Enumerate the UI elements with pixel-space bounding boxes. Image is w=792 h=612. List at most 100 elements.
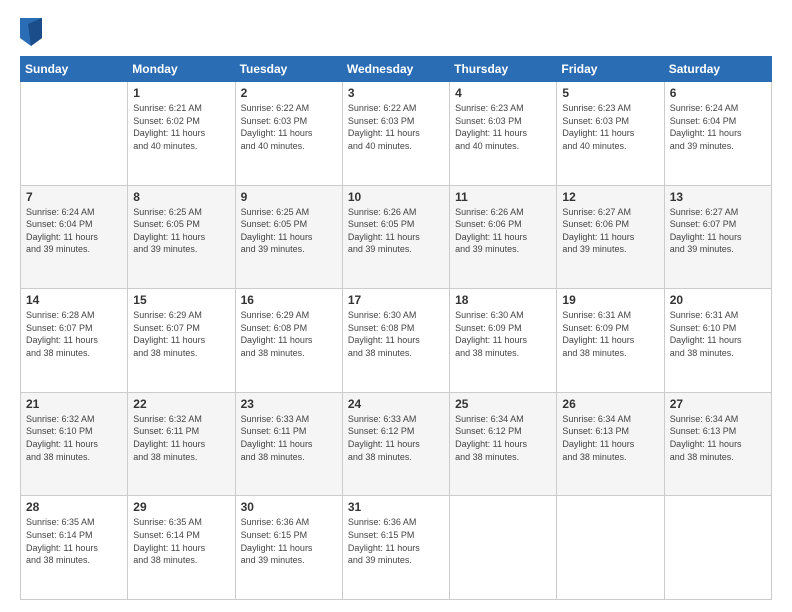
day-info: Sunrise: 6:23 AM Sunset: 6:03 PM Dayligh… [455, 102, 551, 152]
calendar-week-1: 7 Sunrise: 6:24 AM Sunset: 6:04 PM Daylig… [21, 185, 772, 289]
day-number: 5 [562, 86, 658, 100]
day-number: 13 [670, 190, 766, 204]
day-info: Sunrise: 6:33 AM Sunset: 6:11 PM Dayligh… [241, 413, 337, 463]
day-info: Sunrise: 6:27 AM Sunset: 6:06 PM Dayligh… [562, 206, 658, 256]
calendar-header-thursday: Thursday [450, 57, 557, 82]
day-number: 15 [133, 293, 229, 307]
day-number: 30 [241, 500, 337, 514]
calendar-header-sunday: Sunday [21, 57, 128, 82]
calendar-header-monday: Monday [128, 57, 235, 82]
calendar-cell [664, 496, 771, 600]
calendar-cell: 5 Sunrise: 6:23 AM Sunset: 6:03 PM Daylig… [557, 82, 664, 186]
header [20, 18, 772, 46]
day-number: 16 [241, 293, 337, 307]
day-info: Sunrise: 6:26 AM Sunset: 6:05 PM Dayligh… [348, 206, 444, 256]
day-number: 24 [348, 397, 444, 411]
day-info: Sunrise: 6:30 AM Sunset: 6:09 PM Dayligh… [455, 309, 551, 359]
day-number: 7 [26, 190, 122, 204]
day-info: Sunrise: 6:32 AM Sunset: 6:11 PM Dayligh… [133, 413, 229, 463]
day-info: Sunrise: 6:26 AM Sunset: 6:06 PM Dayligh… [455, 206, 551, 256]
calendar-cell: 25 Sunrise: 6:34 AM Sunset: 6:12 PM Dayli… [450, 392, 557, 496]
calendar-cell: 27 Sunrise: 6:34 AM Sunset: 6:13 PM Dayli… [664, 392, 771, 496]
day-number: 3 [348, 86, 444, 100]
day-info: Sunrise: 6:22 AM Sunset: 6:03 PM Dayligh… [348, 102, 444, 152]
day-info: Sunrise: 6:25 AM Sunset: 6:05 PM Dayligh… [133, 206, 229, 256]
day-info: Sunrise: 6:28 AM Sunset: 6:07 PM Dayligh… [26, 309, 122, 359]
calendar-cell: 31Sunrise: 6:36 AM Sunset: 6:15 PM Dayli… [342, 496, 449, 600]
day-info: Sunrise: 6:32 AM Sunset: 6:10 PM Dayligh… [26, 413, 122, 463]
day-info: Sunrise: 6:24 AM Sunset: 6:04 PM Dayligh… [26, 206, 122, 256]
calendar-cell: 7 Sunrise: 6:24 AM Sunset: 6:04 PM Daylig… [21, 185, 128, 289]
calendar-cell [557, 496, 664, 600]
day-info: Sunrise: 6:35 AM Sunset: 6:14 PM Dayligh… [133, 516, 229, 566]
calendar-cell: 1 Sunrise: 6:21 AM Sunset: 6:02 PM Daylig… [128, 82, 235, 186]
day-number: 8 [133, 190, 229, 204]
calendar-week-0: 1 Sunrise: 6:21 AM Sunset: 6:02 PM Daylig… [21, 82, 772, 186]
day-number: 11 [455, 190, 551, 204]
day-info: Sunrise: 6:36 AM Sunset: 6:15 PM Dayligh… [241, 516, 337, 566]
calendar-cell: 20Sunrise: 6:31 AM Sunset: 6:10 PM Dayli… [664, 289, 771, 393]
calendar-week-2: 14 Sunrise: 6:28 AM Sunset: 6:07 PM Dayli… [21, 289, 772, 393]
day-number: 9 [241, 190, 337, 204]
day-info: Sunrise: 6:34 AM Sunset: 6:13 PM Dayligh… [670, 413, 766, 463]
calendar-cell: 28Sunrise: 6:35 AM Sunset: 6:14 PM Dayli… [21, 496, 128, 600]
day-number: 23 [241, 397, 337, 411]
day-number: 21 [26, 397, 122, 411]
day-number: 17 [348, 293, 444, 307]
calendar-cell: 22 Sunrise: 6:32 AM Sunset: 6:11 PM Dayli… [128, 392, 235, 496]
page: SundayMondayTuesdayWednesdayThursdayFrid… [0, 0, 792, 612]
calendar-cell: 3 Sunrise: 6:22 AM Sunset: 6:03 PM Daylig… [342, 82, 449, 186]
day-info: Sunrise: 6:23 AM Sunset: 6:03 PM Dayligh… [562, 102, 658, 152]
day-number: 1 [133, 86, 229, 100]
calendar-header-wednesday: Wednesday [342, 57, 449, 82]
day-number: 19 [562, 293, 658, 307]
calendar-cell: 24Sunrise: 6:33 AM Sunset: 6:12 PM Dayli… [342, 392, 449, 496]
calendar-cell: 9 Sunrise: 6:25 AM Sunset: 6:05 PM Daylig… [235, 185, 342, 289]
logo [20, 18, 46, 46]
calendar-cell: 29Sunrise: 6:35 AM Sunset: 6:14 PM Dayli… [128, 496, 235, 600]
calendar-cell: 13 Sunrise: 6:27 AM Sunset: 6:07 PM Dayli… [664, 185, 771, 289]
calendar-cell [21, 82, 128, 186]
calendar-cell: 8 Sunrise: 6:25 AM Sunset: 6:05 PM Daylig… [128, 185, 235, 289]
day-info: Sunrise: 6:27 AM Sunset: 6:07 PM Dayligh… [670, 206, 766, 256]
day-info: Sunrise: 6:34 AM Sunset: 6:12 PM Dayligh… [455, 413, 551, 463]
calendar-cell: 21 Sunrise: 6:32 AM Sunset: 6:10 PM Dayli… [21, 392, 128, 496]
day-number: 6 [670, 86, 766, 100]
day-info: Sunrise: 6:21 AM Sunset: 6:02 PM Dayligh… [133, 102, 229, 152]
day-number: 20 [670, 293, 766, 307]
day-info: Sunrise: 6:35 AM Sunset: 6:14 PM Dayligh… [26, 516, 122, 566]
calendar-cell: 26 Sunrise: 6:34 AM Sunset: 6:13 PM Dayli… [557, 392, 664, 496]
calendar-header-row: SundayMondayTuesdayWednesdayThursdayFrid… [21, 57, 772, 82]
calendar-cell: 11 Sunrise: 6:26 AM Sunset: 6:06 PM Dayli… [450, 185, 557, 289]
calendar-cell [450, 496, 557, 600]
day-info: Sunrise: 6:34 AM Sunset: 6:13 PM Dayligh… [562, 413, 658, 463]
calendar-cell: 30 Sunrise: 6:36 AM Sunset: 6:15 PM Dayli… [235, 496, 342, 600]
day-number: 27 [670, 397, 766, 411]
calendar-cell: 17 Sunrise: 6:30 AM Sunset: 6:08 PM Dayli… [342, 289, 449, 393]
calendar-week-4: 28Sunrise: 6:35 AM Sunset: 6:14 PM Dayli… [21, 496, 772, 600]
day-number: 14 [26, 293, 122, 307]
calendar-cell: 23 Sunrise: 6:33 AM Sunset: 6:11 PM Dayli… [235, 392, 342, 496]
day-number: 26 [562, 397, 658, 411]
calendar-cell: 18 Sunrise: 6:30 AM Sunset: 6:09 PM Dayli… [450, 289, 557, 393]
day-info: Sunrise: 6:30 AM Sunset: 6:08 PM Dayligh… [348, 309, 444, 359]
day-number: 18 [455, 293, 551, 307]
day-number: 2 [241, 86, 337, 100]
calendar-header-saturday: Saturday [664, 57, 771, 82]
day-number: 12 [562, 190, 658, 204]
day-info: Sunrise: 6:36 AM Sunset: 6:15 PM Dayligh… [348, 516, 444, 566]
calendar-cell: 4 Sunrise: 6:23 AM Sunset: 6:03 PM Daylig… [450, 82, 557, 186]
day-info: Sunrise: 6:25 AM Sunset: 6:05 PM Dayligh… [241, 206, 337, 256]
day-number: 4 [455, 86, 551, 100]
day-number: 22 [133, 397, 229, 411]
calendar-cell: 12 Sunrise: 6:27 AM Sunset: 6:06 PM Dayli… [557, 185, 664, 289]
calendar-header-friday: Friday [557, 57, 664, 82]
calendar-cell: 14 Sunrise: 6:28 AM Sunset: 6:07 PM Dayli… [21, 289, 128, 393]
day-info: Sunrise: 6:31 AM Sunset: 6:09 PM Dayligh… [562, 309, 658, 359]
day-number: 25 [455, 397, 551, 411]
day-info: Sunrise: 6:24 AM Sunset: 6:04 PM Dayligh… [670, 102, 766, 152]
calendar-cell: 15Sunrise: 6:29 AM Sunset: 6:07 PM Dayli… [128, 289, 235, 393]
day-info: Sunrise: 6:22 AM Sunset: 6:03 PM Dayligh… [241, 102, 337, 152]
calendar-cell: 16Sunrise: 6:29 AM Sunset: 6:08 PM Dayli… [235, 289, 342, 393]
calendar-cell: 10Sunrise: 6:26 AM Sunset: 6:05 PM Dayli… [342, 185, 449, 289]
